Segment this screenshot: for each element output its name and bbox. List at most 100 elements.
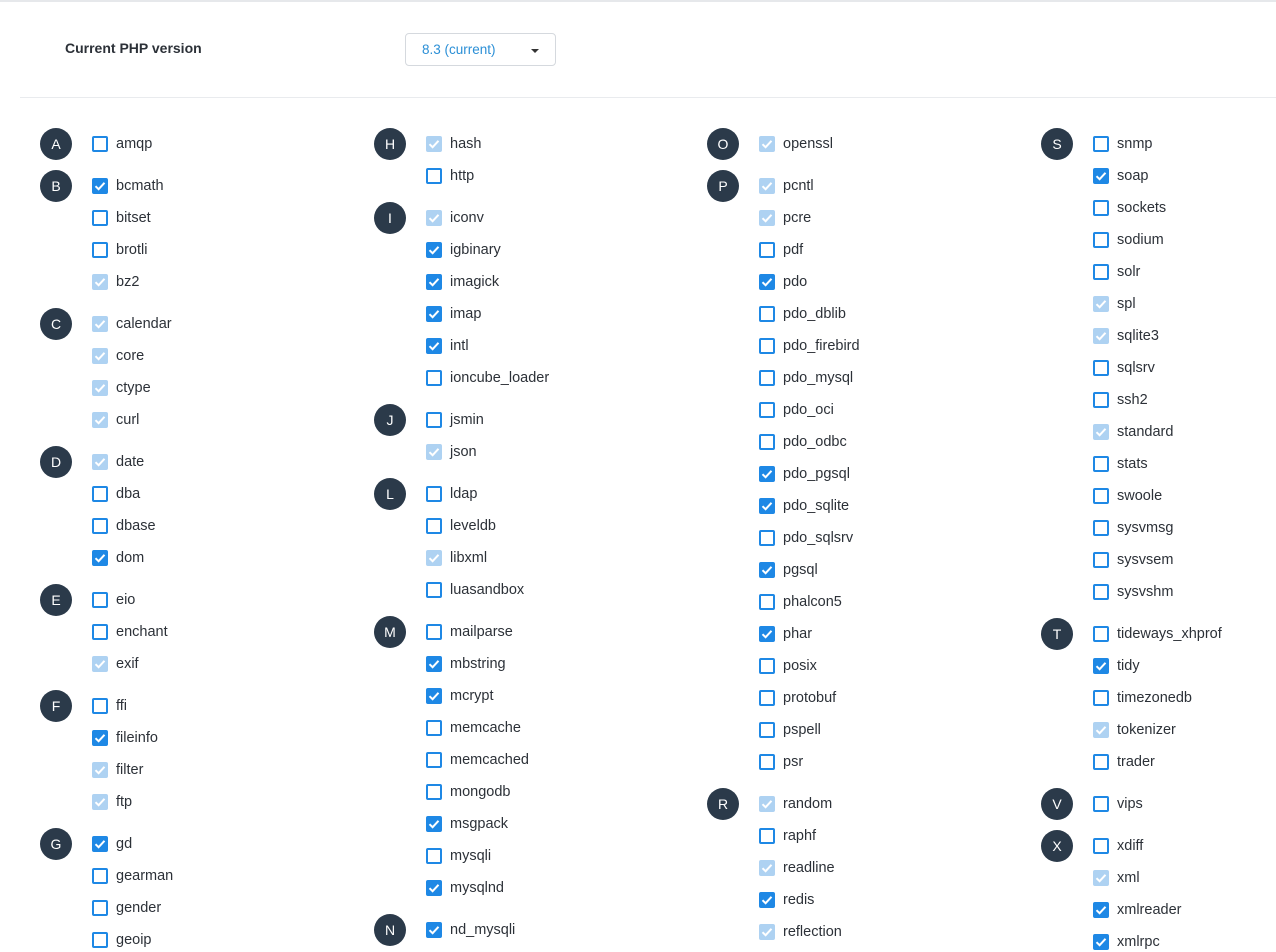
extension-item-leveldb[interactable]: leveldb	[426, 510, 674, 542]
extension-checkbox[interactable]	[426, 168, 442, 184]
extension-checkbox[interactable]	[92, 900, 108, 916]
extension-item-luasandbox[interactable]: luasandbox	[426, 574, 674, 606]
extension-item-brotli[interactable]: brotli	[92, 234, 340, 266]
extension-checkbox[interactable]	[1093, 264, 1109, 280]
extension-checkbox[interactable]	[92, 698, 108, 714]
extension-checkbox[interactable]	[1093, 626, 1109, 642]
extension-item-gd[interactable]: gd	[92, 828, 340, 860]
extension-item-bitset[interactable]: bitset	[92, 202, 340, 234]
extension-item-xmlrpc[interactable]: xmlrpc	[1093, 926, 1276, 952]
extension-item-snmp[interactable]: snmp	[1093, 128, 1276, 160]
extension-checkbox[interactable]	[759, 338, 775, 354]
extension-checkbox[interactable]	[426, 816, 442, 832]
extension-checkbox[interactable]	[759, 626, 775, 642]
extension-checkbox[interactable]	[426, 784, 442, 800]
extension-item-msgpack[interactable]: msgpack	[426, 808, 674, 840]
extension-checkbox[interactable]	[426, 656, 442, 672]
extension-checkbox[interactable]	[759, 306, 775, 322]
extension-checkbox[interactable]	[759, 828, 775, 844]
extension-checkbox[interactable]	[92, 518, 108, 534]
extension-checkbox[interactable]	[759, 892, 775, 908]
extension-checkbox[interactable]	[759, 402, 775, 418]
extension-checkbox[interactable]	[426, 274, 442, 290]
extension-checkbox[interactable]	[759, 274, 775, 290]
extension-item-pdo_oci[interactable]: pdo_oci	[759, 394, 1007, 426]
extension-item-protobuf[interactable]: protobuf	[759, 682, 1007, 714]
extension-item-tideways_xhprof[interactable]: tideways_xhprof	[1093, 618, 1276, 650]
extension-item-jsmin[interactable]: jsmin	[426, 404, 674, 436]
extension-item-pdo[interactable]: pdo	[759, 266, 1007, 298]
extension-checkbox[interactable]	[426, 880, 442, 896]
extension-item-sysvmsg[interactable]: sysvmsg	[1093, 512, 1276, 544]
extension-checkbox[interactable]	[1093, 584, 1109, 600]
extension-item-ioncube_loader[interactable]: ioncube_loader	[426, 362, 674, 394]
extension-checkbox[interactable]	[92, 550, 108, 566]
extension-item-gearman[interactable]: gearman	[92, 860, 340, 892]
extension-item-dba[interactable]: dba	[92, 478, 340, 510]
extension-checkbox[interactable]	[759, 434, 775, 450]
extension-item-imagick[interactable]: imagick	[426, 266, 674, 298]
extension-checkbox[interactable]	[92, 932, 108, 948]
extension-item-dom[interactable]: dom	[92, 542, 340, 574]
extension-item-pdf[interactable]: pdf	[759, 234, 1007, 266]
extension-item-mysqli[interactable]: mysqli	[426, 840, 674, 872]
extension-item-dbase[interactable]: dbase	[92, 510, 340, 542]
extension-checkbox[interactable]	[426, 338, 442, 354]
extension-item-pdo_sqlite[interactable]: pdo_sqlite	[759, 490, 1007, 522]
extension-item-xmlreader[interactable]: xmlreader	[1093, 894, 1276, 926]
extension-item-geoip[interactable]: geoip	[92, 924, 340, 952]
extension-item-ssh2[interactable]: ssh2	[1093, 384, 1276, 416]
extension-item-soap[interactable]: soap	[1093, 160, 1276, 192]
extension-item-bcmath[interactable]: bcmath	[92, 170, 340, 202]
extension-item-imap[interactable]: imap	[426, 298, 674, 330]
extension-item-pdo_pgsql[interactable]: pdo_pgsql	[759, 458, 1007, 490]
extension-checkbox[interactable]	[426, 848, 442, 864]
extension-item-swoole[interactable]: swoole	[1093, 480, 1276, 512]
extension-item-redis[interactable]: redis	[759, 884, 1007, 916]
extension-checkbox[interactable]	[92, 836, 108, 852]
extension-checkbox[interactable]	[1093, 360, 1109, 376]
extension-checkbox[interactable]	[759, 530, 775, 546]
extension-checkbox[interactable]	[426, 370, 442, 386]
extension-checkbox[interactable]	[1093, 690, 1109, 706]
extension-checkbox[interactable]	[426, 242, 442, 258]
extension-checkbox[interactable]	[426, 688, 442, 704]
extension-checkbox[interactable]	[1093, 136, 1109, 152]
extension-item-phar[interactable]: phar	[759, 618, 1007, 650]
extension-item-memcached[interactable]: memcached	[426, 744, 674, 776]
extension-item-stats[interactable]: stats	[1093, 448, 1276, 480]
extension-item-eio[interactable]: eio	[92, 584, 340, 616]
extension-item-intl[interactable]: intl	[426, 330, 674, 362]
extension-checkbox[interactable]	[1093, 902, 1109, 918]
extension-checkbox[interactable]	[92, 242, 108, 258]
extension-item-fileinfo[interactable]: fileinfo	[92, 722, 340, 754]
extension-checkbox[interactable]	[92, 136, 108, 152]
extension-item-vips[interactable]: vips	[1093, 788, 1276, 820]
extension-item-amqp[interactable]: amqp	[92, 128, 340, 160]
extension-checkbox[interactable]	[759, 658, 775, 674]
php-version-select[interactable]: 8.3 (current)	[405, 33, 556, 66]
extension-checkbox[interactable]	[1093, 754, 1109, 770]
extension-checkbox[interactable]	[1093, 552, 1109, 568]
extension-item-solr[interactable]: solr	[1093, 256, 1276, 288]
extension-item-pspell[interactable]: pspell	[759, 714, 1007, 746]
extension-item-psr[interactable]: psr	[759, 746, 1007, 778]
extension-item-pdo_dblib[interactable]: pdo_dblib	[759, 298, 1007, 330]
extension-checkbox[interactable]	[759, 242, 775, 258]
extension-checkbox[interactable]	[1093, 658, 1109, 674]
extension-checkbox[interactable]	[1093, 520, 1109, 536]
extension-checkbox[interactable]	[759, 594, 775, 610]
extension-item-ldap[interactable]: ldap	[426, 478, 674, 510]
extension-checkbox[interactable]	[1093, 200, 1109, 216]
extension-item-memcache[interactable]: memcache	[426, 712, 674, 744]
extension-item-igbinary[interactable]: igbinary	[426, 234, 674, 266]
extension-item-pdo_odbc[interactable]: pdo_odbc	[759, 426, 1007, 458]
extension-checkbox[interactable]	[1093, 456, 1109, 472]
extension-checkbox[interactable]	[92, 210, 108, 226]
extension-checkbox[interactable]	[92, 592, 108, 608]
extension-item-enchant[interactable]: enchant	[92, 616, 340, 648]
extension-checkbox[interactable]	[426, 518, 442, 534]
extension-checkbox[interactable]	[426, 412, 442, 428]
extension-item-pdo_firebird[interactable]: pdo_firebird	[759, 330, 1007, 362]
extension-item-gender[interactable]: gender	[92, 892, 340, 924]
